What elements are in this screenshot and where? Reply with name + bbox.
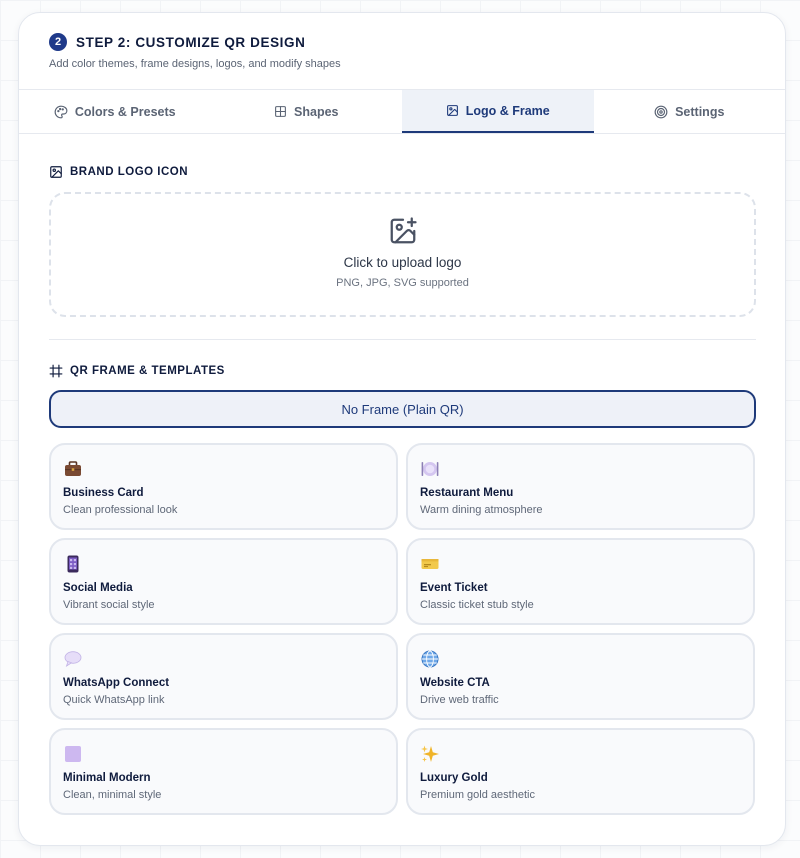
template-minimal-modern[interactable]: Minimal Modern Clean, minimal style [49,728,398,815]
section-title: BRAND LOGO ICON [70,166,189,178]
step-number-badge: 2 [49,33,67,51]
template-restaurant-menu[interactable]: Restaurant Menu Warm dining atmosphere [406,443,755,530]
plate-cutlery-icon [421,462,439,476]
sparkles-icon [421,745,439,762]
globe-icon [421,650,439,668]
design-tabs: Colors & Presets Shapes Logo & Frame Set… [19,89,785,134]
tab-settings[interactable]: Settings [594,90,786,133]
ticket-icon [421,559,439,569]
template-description: Drive web traffic [420,694,499,706]
template-luxury-gold[interactable]: Luxury Gold Premium gold aesthetic [406,728,755,815]
template-description: Quick WhatsApp link [63,694,165,706]
step-title: STEP 2: CUSTOMIZE QR DESIGN [76,34,306,50]
tab-label: Logo & Frame [465,103,550,118]
qr-frame-heading: QR FRAME & TEMPLATES [49,364,225,378]
upload-title: Click to upload logo [343,255,462,270]
template-description: Vibrant social style [63,599,155,611]
template-title: Minimal Modern [63,772,151,784]
image-icon [446,105,458,116]
upload-subtitle: PNG, JPG, SVG supported [336,277,469,289]
step-header: 2 STEP 2: CUSTOMIZE QR DESIGN Add color … [49,33,341,70]
template-description: Clean professional look [63,504,178,516]
logo-upload-dropzone[interactable]: Click to upload logo PNG, JPG, SVG suppo… [49,192,756,317]
step-subtitle: Add color themes, frame designs, logos, … [49,58,341,70]
phone-icon [67,555,79,573]
tab-shapes[interactable]: Shapes [211,90,403,133]
template-website-cta[interactable]: Website CTA Drive web traffic [406,633,755,720]
hash-frame-icon [49,364,63,378]
customize-qr-card: 2 STEP 2: CUSTOMIZE QR DESIGN Add color … [18,12,786,846]
template-title: Restaurant Menu [420,487,514,499]
template-title: Event Ticket [420,582,488,594]
speech-bubble-icon [64,651,82,667]
template-title: Luxury Gold [420,772,488,784]
template-whatsapp-connect[interactable]: WhatsApp Connect Quick WhatsApp link [49,633,398,720]
tab-label: Settings [675,104,725,119]
section-divider [49,339,756,340]
template-description: Clean, minimal style [63,789,162,801]
template-event-ticket[interactable]: Event Ticket Classic ticket stub style [406,538,755,625]
no-frame-button[interactable]: No Frame (Plain QR) [49,390,756,428]
tab-label: Colors & Presets [74,104,176,119]
section-title: QR FRAME & TEMPLATES [70,365,225,377]
grid-icon [275,106,286,117]
template-title: Business Card [63,487,144,499]
square-icon [65,746,81,762]
tab-logo-frame[interactable]: Logo & Frame [402,90,594,133]
palette-icon [54,105,68,118]
brand-logo-heading: BRAND LOGO ICON [49,165,188,179]
tab-colors-presets[interactable]: Colors & Presets [19,90,211,133]
briefcase-icon [65,461,81,476]
template-description: Warm dining atmosphere [420,504,543,516]
template-title: Social Media [63,582,133,594]
tab-label: Shapes [294,104,339,119]
template-business-card[interactable]: Business Card Clean professional look [49,443,398,530]
target-icon [654,105,668,118]
template-description: Classic ticket stub style [420,599,534,611]
step-title-row: 2 STEP 2: CUSTOMIZE QR DESIGN [49,33,341,51]
template-title: Website CTA [420,677,490,689]
image-icon [50,166,62,178]
template-description: Premium gold aesthetic [420,789,535,801]
image-plus-icon [390,217,417,244]
template-title: WhatsApp Connect [63,677,170,689]
template-social-media[interactable]: Social Media Vibrant social style [49,538,398,625]
